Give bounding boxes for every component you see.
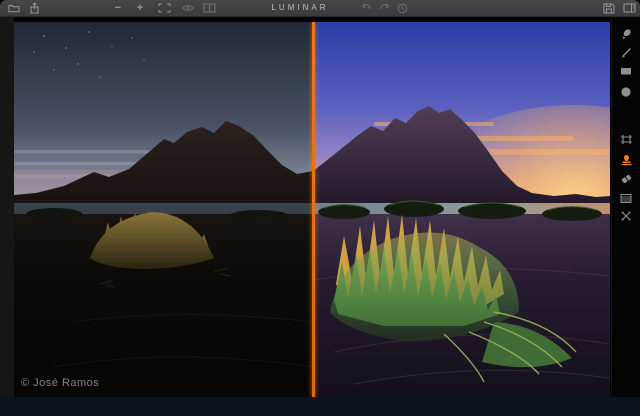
before-after-split-divider[interactable] xyxy=(312,22,315,397)
canvas-left-margin xyxy=(0,16,14,397)
luminar-window: LUMINAR − + © José Ramos xyxy=(0,0,640,416)
zoom-in-button[interactable]: + xyxy=(134,0,146,16)
side-panel-toggle-icon[interactable] xyxy=(621,0,637,16)
history-icon[interactable] xyxy=(395,0,409,16)
photo-before-after-view[interactable]: © José Ramos xyxy=(14,22,610,397)
gradient-line-tool-icon[interactable] xyxy=(619,46,633,60)
photo-watermark: © José Ramos xyxy=(21,377,100,389)
fit-screen-icon[interactable] xyxy=(157,0,172,16)
quick-preview-eye-icon[interactable] xyxy=(181,0,195,16)
crop-tool-icon[interactable] xyxy=(619,132,633,146)
bottom-strip xyxy=(0,397,640,416)
brush-tool-icon[interactable] xyxy=(619,26,633,40)
denoise-tool-icon[interactable] xyxy=(619,191,633,205)
clone-stamp-tool-icon[interactable] xyxy=(619,153,633,167)
before-after-split-icon[interactable] xyxy=(202,0,217,16)
tools-sidebar xyxy=(611,16,640,397)
zoom-out-button[interactable]: − xyxy=(112,0,124,16)
free-transform-tool-icon[interactable] xyxy=(619,209,633,223)
linear-mask-tool-icon[interactable] xyxy=(619,64,633,78)
open-folder-icon[interactable] xyxy=(7,0,21,16)
redo-icon[interactable] xyxy=(378,0,392,16)
save-icon[interactable] xyxy=(601,0,616,16)
top-toolbar: LUMINAR − + xyxy=(0,0,640,17)
erase-tool-icon[interactable] xyxy=(619,172,633,186)
export-share-icon[interactable] xyxy=(27,0,41,16)
radial-mask-tool-icon[interactable] xyxy=(619,85,633,99)
app-title: LUMINAR xyxy=(271,3,329,12)
